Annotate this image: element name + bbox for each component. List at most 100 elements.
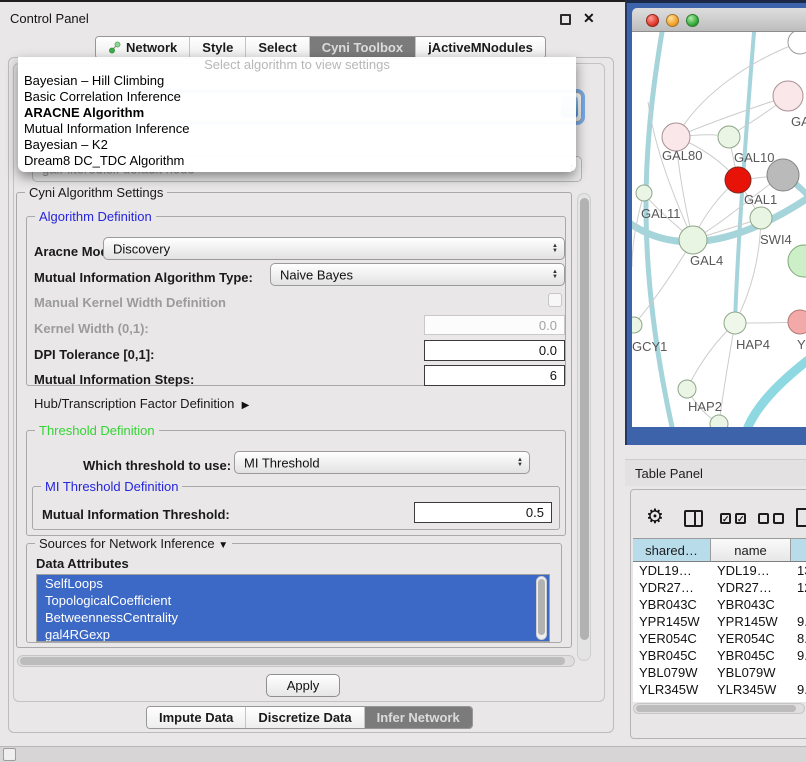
table-panel-bar: Table Panel — [625, 459, 806, 486]
column-header-name[interactable]: name — [711, 538, 791, 562]
zoom-window-icon[interactable] — [686, 14, 699, 27]
combo-stepper-icon: ▲▼ — [552, 270, 558, 280]
node-gal10[interactable] — [718, 126, 740, 148]
node-gal-top[interactable] — [773, 81, 803, 111]
node-label: HAP2 — [688, 399, 722, 414]
document-icon[interactable] — [796, 508, 806, 527]
column-header-partial[interactable]: A — [791, 538, 806, 562]
table-row[interactable]: YBR045C YBR045C 9. — [633, 647, 806, 664]
node-hap2[interactable] — [678, 380, 696, 398]
settings-horizontal-scrollbar[interactable] — [17, 655, 575, 667]
node-label: GCY1 — [632, 339, 667, 354]
dropdown-item-bayesian-k2[interactable]: Bayesian – K2 — [18, 137, 576, 153]
tab-network[interactable]: Network — [96, 37, 189, 58]
mi-steps-field[interactable]: 6 — [424, 365, 565, 386]
mi-algorithm-type-combo[interactable]: Naive Bayes ▲▼ — [270, 263, 565, 286]
unchecked-checkbox-icon[interactable] — [758, 513, 769, 524]
dropdown-item-bayesian-hill-climbing[interactable]: Bayesian – Hill Climbing — [18, 73, 576, 89]
node-label: SWI4 — [760, 232, 792, 247]
apply-button[interactable]: Apply — [266, 674, 340, 697]
tab-discretize-data-label: Discretize Data — [258, 710, 351, 725]
node-y-pink[interactable] — [788, 310, 806, 334]
node-gal4[interactable] — [679, 226, 707, 254]
checked-checkbox-icon[interactable]: ✓ — [720, 513, 731, 524]
gear-icon[interactable]: ⚙ — [646, 507, 664, 527]
network-icon — [108, 41, 121, 54]
column-header-shared-name[interactable]: shared… — [633, 538, 711, 562]
list-item[interactable]: TopologicalCoefficient — [37, 592, 549, 609]
node-label: GAL1 — [744, 192, 777, 207]
table-row[interactable]: YER054C YER054C 8. — [633, 630, 806, 647]
hub-expander[interactable]: Hub/Transcription Factor Definition ▶ — [34, 396, 249, 411]
panel-corner-icon[interactable] — [3, 748, 16, 761]
dropdown-placeholder: Select algorithm to view settings — [18, 57, 576, 73]
table-row[interactable]: YDL19… YDL19… 13 — [633, 562, 806, 579]
dropdown-item-dream8[interactable]: Dream8 DC_TDC Algorithm — [18, 153, 576, 169]
float-panel-icon[interactable] — [560, 14, 571, 25]
collapsed-triangle-icon: ▶ — [242, 400, 250, 411]
mi-algorithm-type-value: Naive Bayes — [280, 267, 353, 282]
table-row[interactable]: YPR145W YPR145W 9. — [633, 613, 806, 630]
mi-threshold-field[interactable]: 0.5 — [414, 502, 552, 523]
network-window-titlebar[interactable] — [632, 8, 806, 32]
attribute-list-scrollbar[interactable] — [536, 576, 547, 640]
node-table: shared… name A YDL19… YDL19… 13 YDR27… Y… — [633, 538, 806, 702]
hub-expander-label: Hub/Transcription Factor Definition — [34, 396, 234, 411]
node-gal80[interactable] — [662, 123, 690, 151]
node-label: HAP4 — [736, 337, 770, 352]
columns-icon[interactable] — [684, 510, 703, 527]
table-row[interactable]: YDR27… YDR27… 12 — [633, 579, 806, 596]
tab-style[interactable]: Style — [189, 37, 245, 58]
checked-checkbox-icon[interactable]: ✓ — [735, 513, 746, 524]
sources-group-title[interactable]: Sources for Network Inference ▼ — [35, 536, 232, 553]
tab-discretize-data[interactable]: Discretize Data — [245, 707, 363, 728]
list-item[interactable]: BetweennessCentrality — [37, 609, 549, 626]
table-row[interactable]: YIL052C YIL052C 9. — [633, 698, 806, 702]
tab-impute-data[interactable]: Impute Data — [147, 707, 245, 728]
aracne-mode-combo[interactable]: Discovery ▲▼ — [103, 237, 565, 260]
dropdown-item-mutual-information[interactable]: Mutual Information Inference — [18, 121, 576, 137]
kernel-width-label: Kernel Width (0,1): — [34, 321, 149, 336]
data-attributes-label: Data Attributes — [36, 556, 129, 571]
list-item[interactable]: SelfLoops — [37, 575, 549, 592]
node-unlabeled[interactable] — [788, 32, 806, 54]
dropdown-item-aracne[interactable]: ARACNE Algorithm — [18, 105, 576, 121]
node-gcy1[interactable] — [632, 317, 642, 333]
unchecked-checkbox-icon[interactable] — [773, 513, 784, 524]
expanded-triangle-icon: ▼ — [218, 540, 228, 551]
table-header-row: shared… name A — [633, 538, 806, 562]
dpi-tolerance-field[interactable]: 0.0 — [424, 340, 565, 361]
network-view-canvas[interactable]: GAL GAL80 GAL10 GAL11 GAL1 SWI4 GAL4 GCY… — [632, 32, 806, 427]
tab-cyni-toolbox-label: Cyni Toolbox — [322, 40, 403, 55]
dropdown-item-basic-correlation[interactable]: Basic Correlation Inference — [18, 89, 576, 105]
tab-jactivemnodules[interactable]: jActiveMNodules — [415, 37, 545, 58]
algorithm-dropdown-popup: Select algorithm to view settings Bayesi… — [18, 57, 576, 172]
node-bottom-green[interactable] — [710, 415, 728, 427]
which-threshold-combo[interactable]: MI Threshold ▲▼ — [234, 451, 530, 474]
tab-jactivemnodules-label: jActiveMNodules — [428, 40, 533, 55]
manual-kernel-width-checkbox[interactable] — [548, 293, 562, 307]
minimize-window-icon[interactable] — [666, 14, 679, 27]
tab-select-label: Select — [258, 40, 296, 55]
table-row[interactable]: YBL079W YBL079W — [633, 664, 806, 681]
node-green-right[interactable] — [788, 245, 806, 277]
tab-infer-network[interactable]: Infer Network — [364, 707, 472, 728]
table-horizontal-scrollbar[interactable] — [633, 703, 805, 714]
node-hap4[interactable] — [724, 312, 746, 334]
mi-steps-label: Mutual Information Steps: — [34, 372, 194, 387]
settings-vertical-scrollbar[interactable] — [577, 193, 591, 661]
node-red-selected[interactable] — [725, 167, 751, 193]
node-gal1[interactable] — [750, 207, 772, 229]
kernel-width-field[interactable]: 0.0 — [424, 315, 565, 335]
list-item[interactable]: gal4RGexp — [37, 626, 549, 642]
node-label: GAL11 — [641, 206, 681, 221]
node-gal11[interactable] — [636, 185, 652, 201]
table-row[interactable]: YLR345W YLR345W 9. — [633, 681, 806, 698]
close-panel-icon[interactable]: ✕ — [583, 10, 595, 27]
node-label: GAL80 — [662, 148, 702, 163]
tab-cyni-toolbox[interactable]: Cyni Toolbox — [309, 37, 415, 58]
app-screen: Control Panel ✕ Network Style Select Cyn… — [0, 0, 806, 762]
tab-select[interactable]: Select — [245, 37, 308, 58]
table-row[interactable]: YBR043C YBR043C — [633, 596, 806, 613]
close-window-icon[interactable] — [646, 14, 659, 27]
